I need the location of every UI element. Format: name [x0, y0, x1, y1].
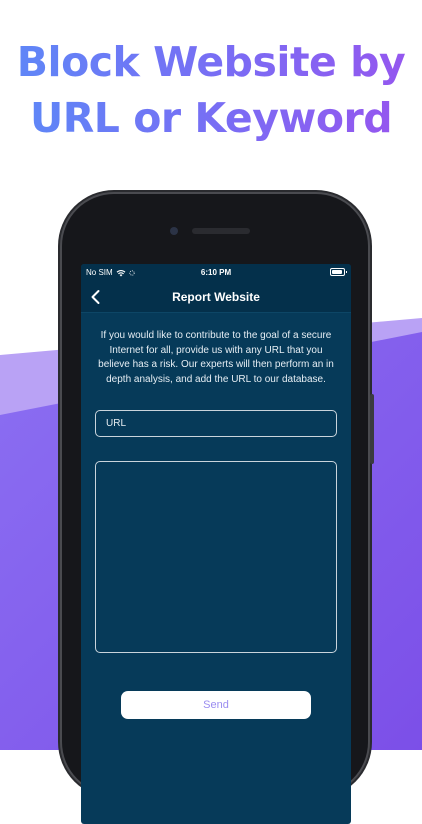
- navigation-bar: Report Website: [81, 282, 351, 313]
- page-title: Report Website: [172, 290, 260, 304]
- headline-line-2: URL or Keyword: [29, 94, 393, 142]
- message-textarea[interactable]: [95, 461, 337, 653]
- phone-frame: No SIM 6:10 PM Report Website If you wou…: [62, 194, 374, 824]
- status-right: [330, 268, 347, 278]
- headline-line-1: Block Website by: [16, 38, 406, 86]
- app-screen: No SIM 6:10 PM Report Website If you wou…: [81, 264, 351, 824]
- status-time: 6:10 PM: [200, 268, 232, 277]
- earpiece-speaker: [192, 228, 250, 234]
- promo-headline: Block Website by URL or Keyword: [0, 34, 422, 146]
- phone-side-button: [370, 394, 374, 464]
- status-bar: No SIM 6:10 PM: [81, 264, 351, 282]
- description-text: If you would like to contribute to the g…: [98, 330, 334, 385]
- front-camera: [170, 227, 178, 235]
- battery-icon: [330, 268, 347, 276]
- send-button[interactable]: Send: [121, 691, 311, 719]
- url-input[interactable]: [95, 410, 337, 437]
